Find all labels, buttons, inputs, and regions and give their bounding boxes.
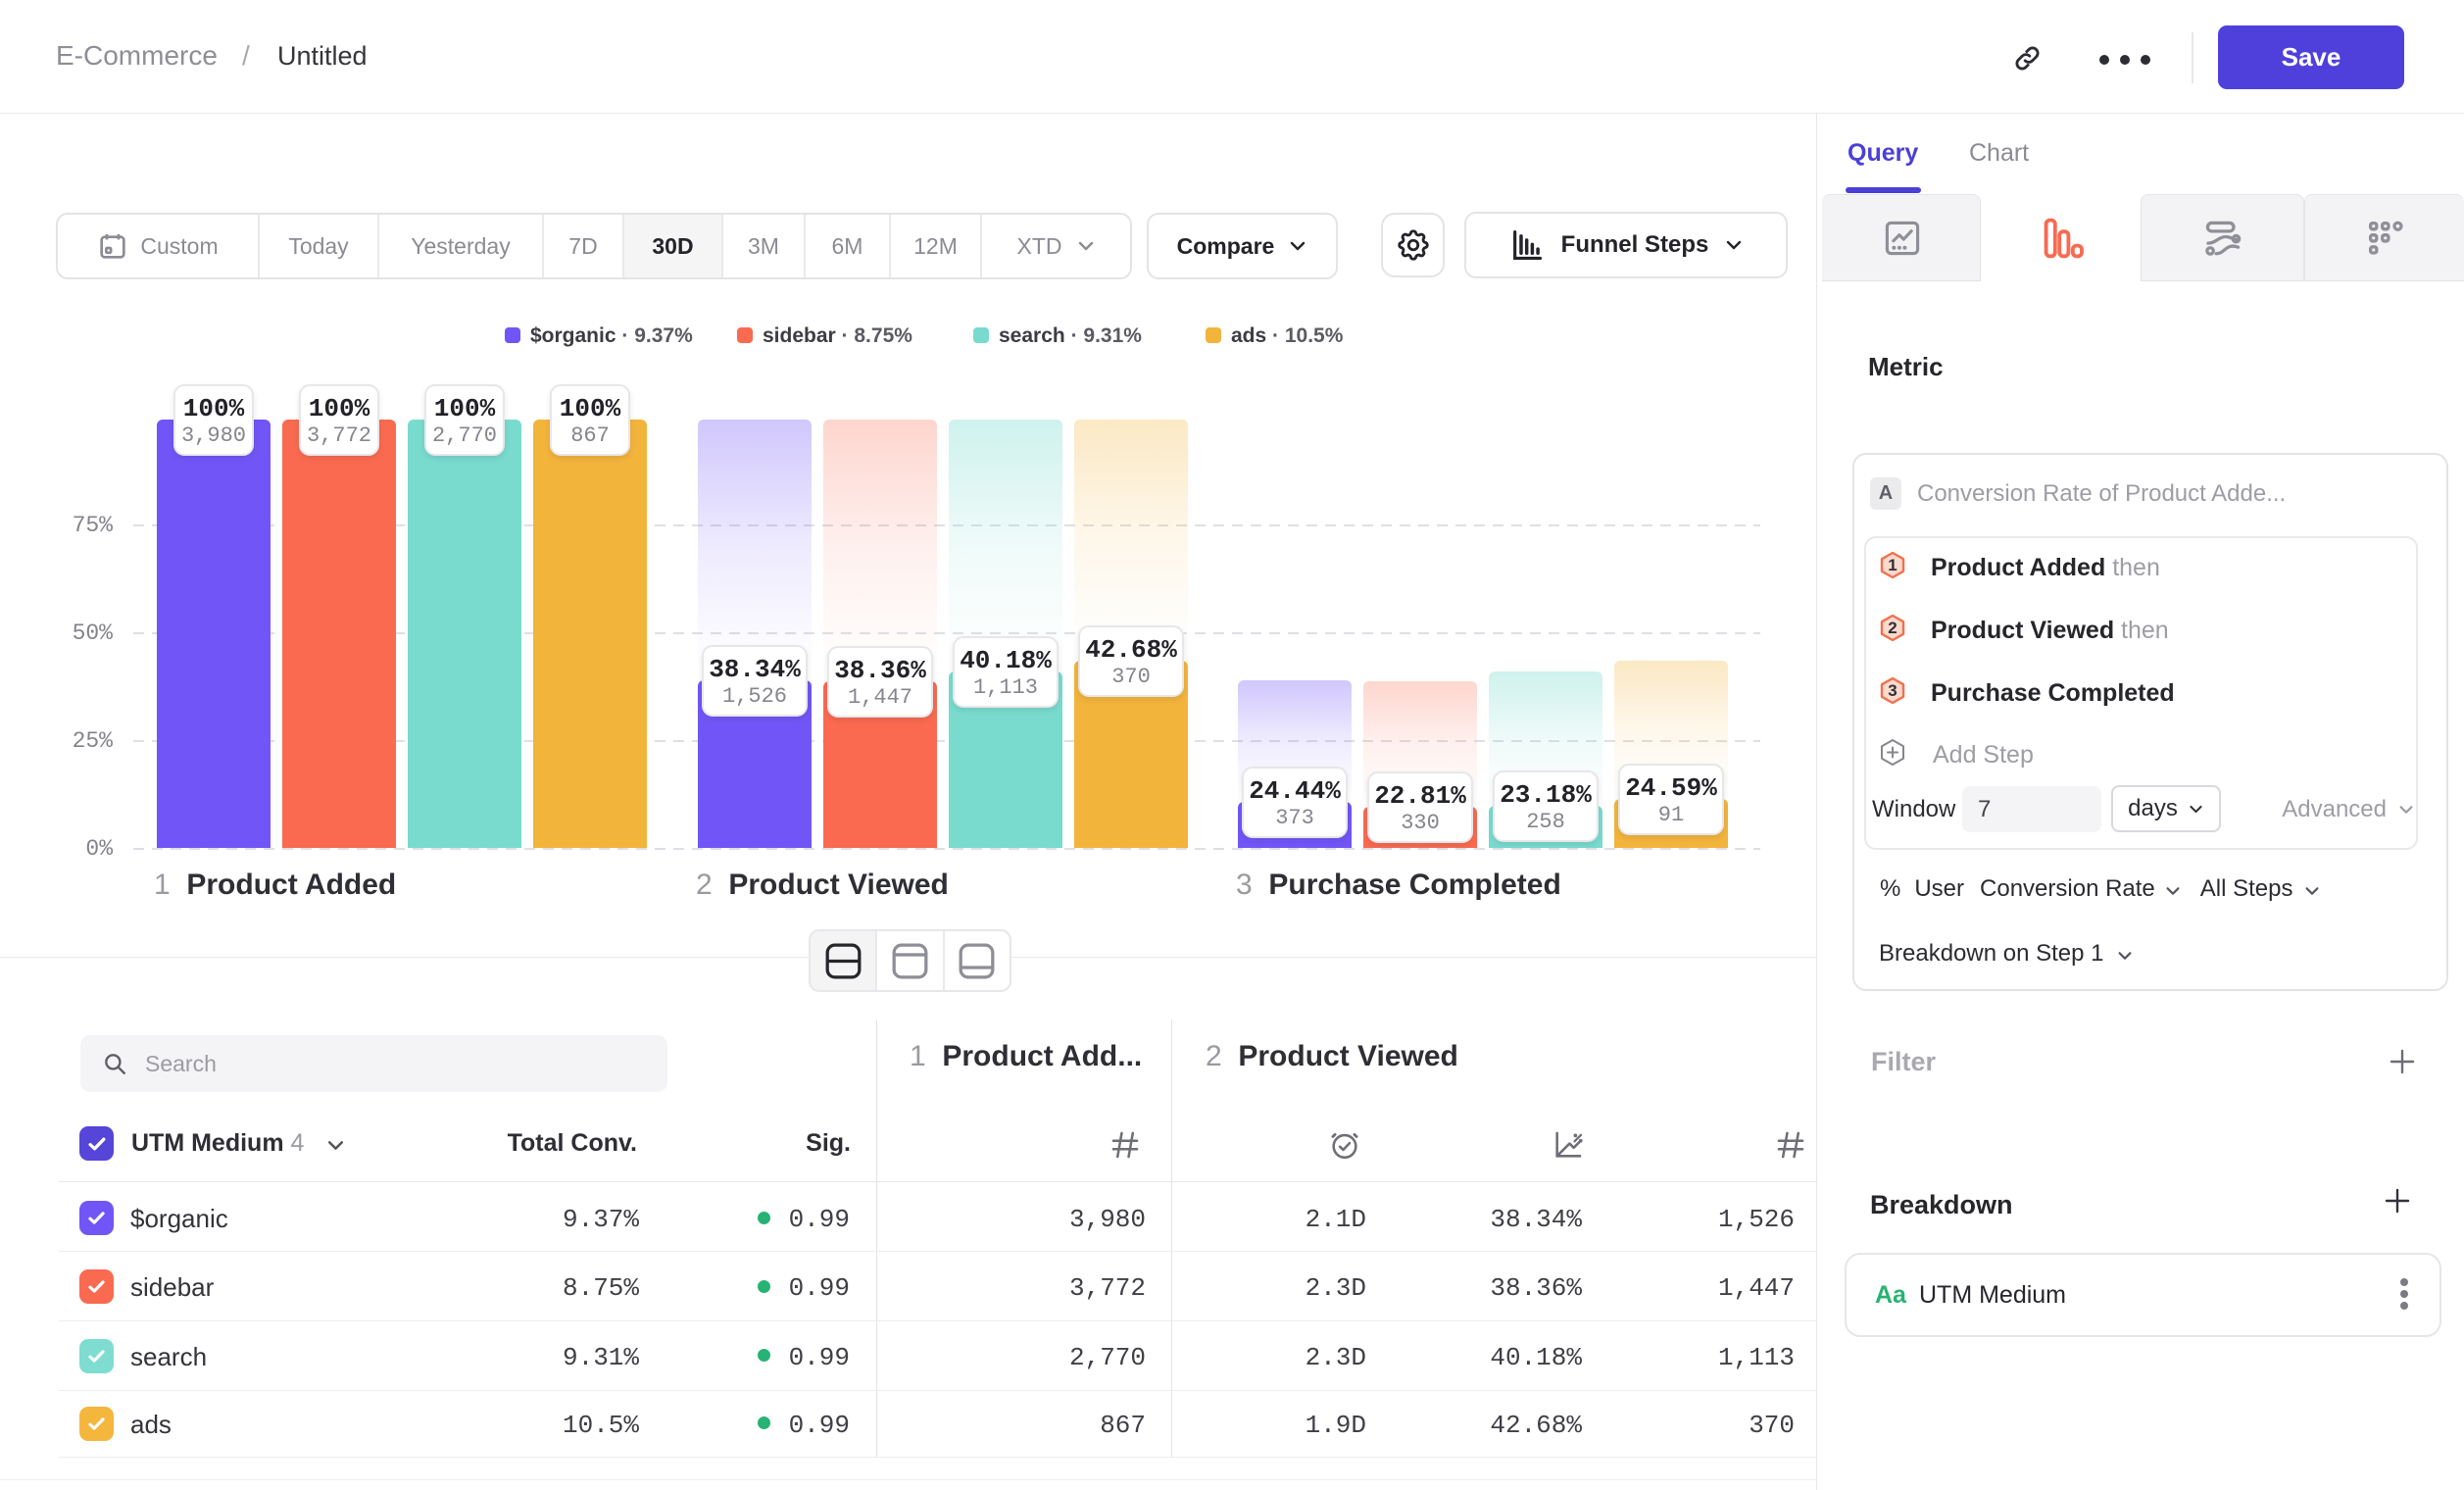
svg-text:1: 1 [1888, 556, 1897, 574]
svg-text:3: 3 [1888, 681, 1897, 700]
svg-text:2: 2 [1888, 619, 1897, 637]
